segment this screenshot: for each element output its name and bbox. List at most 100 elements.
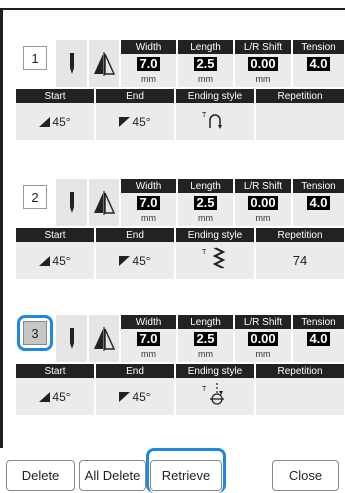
- width-unit: mm: [141, 349, 156, 359]
- width-unit: mm: [141, 213, 156, 223]
- end-angle-icon: [119, 116, 131, 127]
- panel-frame-left: [0, 8, 3, 448]
- start-header: Start: [16, 89, 94, 103]
- length-header: Length: [178, 315, 233, 329]
- tie-off-loop-icon: T: [202, 110, 228, 133]
- width-value: 7.0: [137, 195, 160, 210]
- start-angle-icon: [39, 255, 51, 266]
- length-unit: mm: [198, 349, 213, 359]
- mirror-image-icon: [89, 315, 119, 362]
- ending-style-header: Ending style: [176, 228, 254, 242]
- needle-position-icon: [56, 179, 87, 226]
- length-value: 2.5: [194, 195, 217, 210]
- start-angle-icon: [39, 116, 51, 127]
- retrieve-button[interactable]: Retrieve: [150, 460, 222, 491]
- lr-shift-unit: mm: [255, 74, 271, 84]
- length-header: Length: [178, 179, 233, 193]
- card-number-button[interactable]: 1: [23, 46, 47, 70]
- lr-shift-value: 0.00: [248, 195, 278, 210]
- length-header: Length: [178, 40, 233, 54]
- lr-shift-value-cell: 0.00 mm: [235, 329, 291, 362]
- tension-value: 4.0: [307, 331, 330, 346]
- needle-position-icon: [56, 40, 87, 87]
- start-angle-value: 45°: [52, 389, 71, 404]
- length-value-cell: 2.5 mm: [178, 54, 233, 87]
- card-number-button[interactable]: 3: [23, 321, 47, 345]
- svg-text:T: T: [202, 112, 207, 119]
- lr-shift-header: L/R Shift: [235, 315, 291, 329]
- end-angle-cell: 45°: [96, 378, 174, 415]
- tension-header: Tension: [293, 40, 344, 54]
- width-value: 7.0: [137, 331, 160, 346]
- start-angle-icon: [39, 391, 51, 402]
- needle-position-icon: [56, 315, 87, 362]
- repetition-header: Repetition: [256, 89, 344, 103]
- ending-style-cell: T: [176, 378, 254, 415]
- end-header: End: [96, 228, 174, 242]
- repeat-stitch-icon: T: [202, 246, 228, 275]
- end-header: End: [96, 364, 174, 378]
- ending-style-header: Ending style: [176, 364, 254, 378]
- all-delete-button[interactable]: All Delete: [79, 460, 146, 491]
- end-angle-icon: [119, 391, 131, 402]
- start-angle-value: 45°: [52, 114, 71, 129]
- tension-value-cell: 4.0: [293, 54, 344, 87]
- tension-value-cell: 4.0: [293, 193, 344, 226]
- start-header: Start: [16, 364, 94, 378]
- lr-shift-header: L/R Shift: [235, 40, 291, 54]
- length-value: 2.5: [194, 56, 217, 71]
- lr-shift-value: 0.00: [248, 331, 278, 346]
- tension-header: Tension: [293, 315, 344, 329]
- repetition-header: Repetition: [256, 364, 344, 378]
- repetition-value: [256, 103, 344, 140]
- length-unit: mm: [198, 213, 213, 223]
- width-value-cell: 7.0 mm: [121, 54, 176, 87]
- repetition-value: [256, 378, 344, 415]
- width-value: 7.0: [137, 56, 160, 71]
- end-angle-value: 45°: [132, 114, 151, 129]
- repetition-value: 74: [256, 242, 344, 279]
- delete-button[interactable]: Delete: [6, 460, 75, 491]
- width-header: Width: [121, 179, 176, 193]
- end-angle-value: 45°: [132, 389, 151, 404]
- width-value-cell: 7.0 mm: [121, 193, 176, 226]
- svg-text:T: T: [202, 249, 207, 256]
- stop-stitch-icon: T: [202, 383, 228, 410]
- width-unit: mm: [141, 74, 156, 84]
- start-angle-cell: 45°: [16, 103, 94, 140]
- ending-style-header: Ending style: [176, 89, 254, 103]
- length-value-cell: 2.5 mm: [178, 193, 233, 226]
- lr-shift-unit: mm: [255, 349, 271, 359]
- end-angle-cell: 45°: [96, 242, 174, 279]
- repetition-header: Repetition: [256, 228, 344, 242]
- end-angle-icon: [119, 255, 131, 266]
- lr-shift-value: 0.00: [248, 56, 278, 71]
- start-header: Start: [16, 228, 94, 242]
- width-header: Width: [121, 40, 176, 54]
- stitch-card-2: 2 Width Length L/R Shift Tension 7.0 mm 2…: [16, 179, 344, 279]
- tension-value-cell: 4.0: [293, 329, 344, 362]
- length-value-cell: 2.5 mm: [178, 329, 233, 362]
- ending-style-cell: T: [176, 103, 254, 140]
- start-angle-value: 45°: [52, 253, 71, 268]
- stitch-card-1: 1 Width Length L/R Shift Tension 7.0 mm 2…: [16, 40, 344, 140]
- lr-shift-value-cell: 0.00 mm: [235, 193, 291, 226]
- start-angle-cell: 45°: [16, 242, 94, 279]
- lr-shift-unit: mm: [255, 213, 271, 223]
- close-button[interactable]: Close: [272, 460, 339, 491]
- stitch-card-3: 3 Width Length L/R Shift Tension 7.0 mm 2…: [16, 315, 344, 415]
- tension-value: 4.0: [307, 195, 330, 210]
- end-angle-cell: 45°: [96, 103, 174, 140]
- mirror-image-icon: [89, 40, 119, 87]
- lr-shift-value-cell: 0.00 mm: [235, 54, 291, 87]
- start-angle-cell: 45°: [16, 378, 94, 415]
- panel-frame-top: [0, 8, 345, 10]
- card-number-button[interactable]: 2: [23, 185, 47, 209]
- tension-value: 4.0: [307, 56, 330, 71]
- svg-text:T: T: [202, 386, 207, 393]
- lr-shift-header: L/R Shift: [235, 179, 291, 193]
- mirror-image-icon: [89, 179, 119, 226]
- length-value: 2.5: [194, 331, 217, 346]
- end-angle-value: 45°: [132, 253, 151, 268]
- ending-style-cell: T: [176, 242, 254, 279]
